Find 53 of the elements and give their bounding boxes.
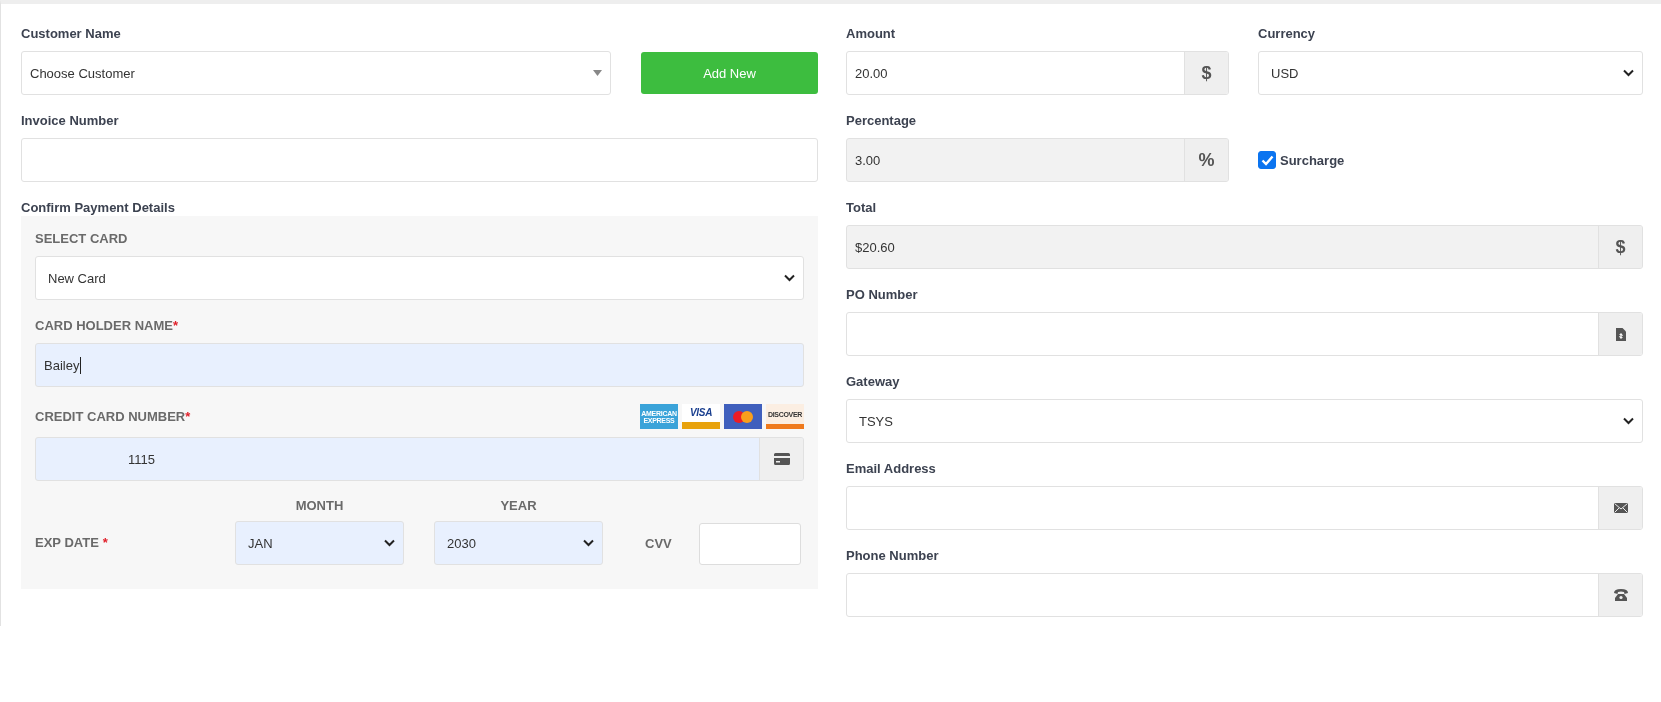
chevron-down-icon [1623,417,1634,425]
caret-icon [593,70,602,76]
field-label: CARD HOLDER NAME* [35,317,179,335]
cvv-field[interactable] [699,523,801,565]
card-holder-field[interactable]: Bailey [35,343,804,387]
month-label: MONTH [294,498,345,513]
document-icon [1615,327,1626,341]
cvv-label: CVV [645,535,672,551]
chevron-down-icon [1623,69,1634,77]
envelope-icon [1613,503,1628,513]
text-cursor [80,356,82,374]
field-label: EXP DATE * [35,534,108,552]
gateway-select[interactable]: TSYS [846,399,1643,443]
year-label: YEAR [499,498,538,513]
invoice-number-field[interactable] [21,138,818,182]
amount-field[interactable]: 20.00 $ [846,51,1229,95]
field-value: 20.00 [855,65,888,81]
field-value: 1115 [128,451,155,467]
po-number-field[interactable] [846,312,1643,356]
chevron-down-icon [384,539,395,547]
surcharge-label: Surcharge [1280,152,1345,168]
card-select[interactable]: New Card [35,256,804,300]
card-number-field[interactable]: 1115 [35,437,804,481]
field-label: Invoice Number [21,112,120,130]
card-brand-logo: VISA [682,404,720,429]
field-value: 3.00 [855,152,881,168]
field-label: Customer Name [21,25,122,43]
field-label: Currency [1258,25,1317,43]
credit-card-icon [773,453,790,465]
chevron-down-icon [583,539,594,547]
field-label: CREDIT CARD NUMBER* [35,407,192,426]
addon-symbol: $ [1184,52,1228,94]
field-label: Total [846,199,878,217]
field-label: Confirm Payment Details [21,199,176,217]
year-select[interactable]: 2030 [434,521,603,565]
card-brand-logo [724,404,762,429]
field-label: Email Address [846,460,937,478]
telephone-icon [1613,589,1628,601]
chevron-down-icon [784,274,795,282]
field-label: Gateway [846,373,901,391]
field-label: Percentage [846,112,918,130]
surcharge-checkbox[interactable] [1258,151,1276,169]
email-field[interactable] [846,486,1643,530]
field-label: Phone Number [846,547,940,565]
phone-field[interactable] [846,573,1643,617]
customer-select[interactable]: Choose Customer [21,51,611,95]
field-label: SELECT CARD [35,230,129,248]
field-value: $20.60 [855,239,895,255]
month-select[interactable]: JAN [235,521,404,565]
field-label: Amount [846,25,897,43]
currency-select[interactable]: USD [1258,51,1643,95]
field-value: Bailey [44,357,80,373]
field-label: PO Number [846,286,919,304]
